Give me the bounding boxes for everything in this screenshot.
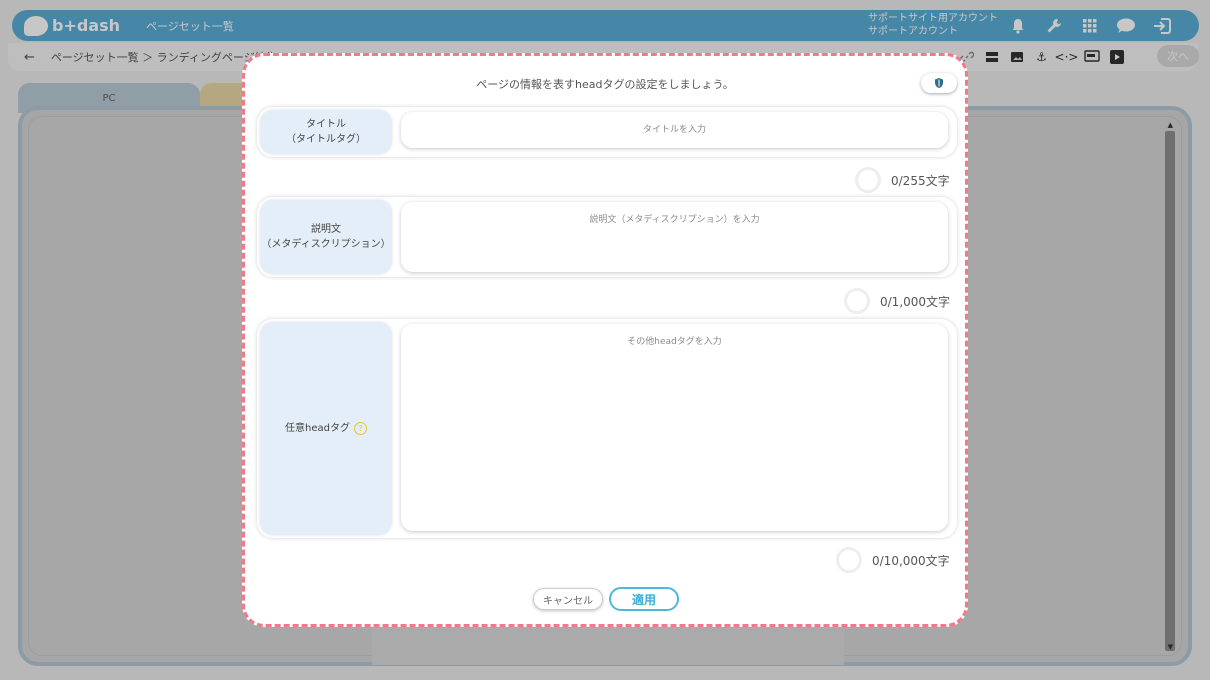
help-icon[interactable]: ? [353, 422, 367, 435]
head-tag-row: 任意headタグ ? [257, 319, 957, 538]
description-counter: 0/1,000文字 [844, 288, 950, 314]
head-tag-counter: 0/10,000文字 [836, 547, 950, 573]
head-tag-count: 0/10,000文字 [872, 553, 950, 568]
title-counter: 0/255文字 [855, 167, 950, 193]
head-tag-counter-ring [836, 547, 862, 573]
head-tag-input[interactable] [401, 324, 948, 531]
description-label-main: 説明文 [311, 224, 341, 235]
description-count: 0/1,000文字 [880, 294, 951, 309]
description-input[interactable] [401, 202, 948, 272]
collapse-button[interactable] [921, 73, 957, 93]
title-counter-ring [855, 167, 881, 193]
shield-icon [935, 78, 943, 88]
title-count: 0/255文字 [891, 173, 950, 188]
apply-button[interactable]: 適用 [609, 587, 679, 611]
modal-intro: ページの情報を表すheadタグの設定をしましょう。 [476, 78, 734, 91]
head-tag-label-text: 任意headタグ [285, 423, 350, 434]
head-tag-label: 任意headタグ ? [260, 322, 392, 535]
title-label-sub: （タイトルタグ） [286, 134, 366, 145]
title-input[interactable] [401, 112, 948, 148]
description-counter-ring [844, 288, 870, 314]
description-row: 説明文 （メタディスクリプション） [257, 197, 957, 277]
description-label: 説明文 （メタディスクリプション） [260, 200, 392, 274]
cancel-button[interactable]: キャンセル [533, 588, 603, 610]
title-row: タイトル （タイトルタグ） [257, 107, 957, 157]
head-tag-modal: ページの情報を表すheadタグの設定をしましょう。 タイトル （タイトルタグ） … [242, 53, 968, 627]
title-label: タイトル （タイトルタグ） [260, 110, 392, 154]
title-label-main: タイトル [306, 119, 346, 130]
description-label-sub: （メタディスクリプション） [261, 239, 391, 250]
